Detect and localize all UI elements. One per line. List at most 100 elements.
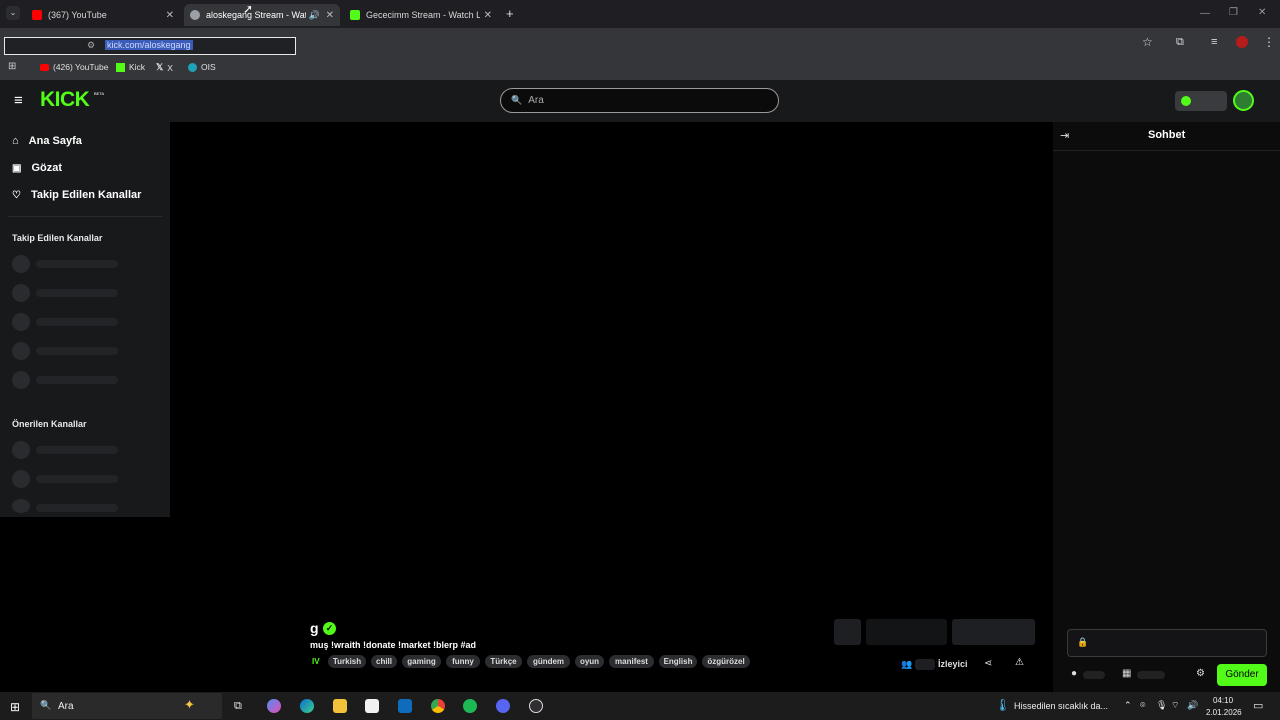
skeleton-avatar (12, 255, 30, 273)
user-avatar[interactable] (1233, 90, 1254, 111)
share-icon[interactable]: ⋖ (984, 658, 992, 669)
skeleton-button[interactable] (952, 619, 1035, 645)
sidebar-item-following[interactable]: ♡ Takip Edilen Kanallar (12, 189, 141, 201)
bookmark-x[interactable]: 𝕏 X (156, 62, 173, 73)
close-icon[interactable]: ✕ (484, 10, 492, 21)
menu-icon[interactable]: ⋮ (1263, 35, 1275, 49)
chat-title: Sohbet (1148, 129, 1186, 141)
store-app-icon[interactable] (365, 699, 379, 713)
tag-pill[interactable]: manifest (609, 655, 654, 668)
copilot-sparkle-icon: ✦ (184, 697, 195, 712)
tag-pill[interactable]: özgürözel (702, 655, 750, 668)
send-button[interactable]: Gönder (1217, 664, 1267, 686)
clock-time[interactable]: 04:10 (1213, 696, 1233, 705)
login-toggle-button[interactable] (1175, 91, 1227, 111)
skeleton-line (36, 475, 118, 483)
apps-icon[interactable]: ⊞ (8, 61, 16, 72)
discord-icon[interactable] (496, 699, 510, 713)
sidebar-item-home[interactable]: ⌂ Ana Sayfa (12, 135, 82, 147)
bookmark-youtube[interactable]: (426) YouTube (40, 62, 108, 72)
chrome-icon[interactable] (431, 699, 445, 713)
logo-beta: BETA (94, 91, 105, 96)
emote-icon[interactable]: ● (1071, 668, 1077, 679)
speaker-icon[interactable]: 🔊 (309, 10, 320, 21)
outlook-icon[interactable] (398, 699, 412, 713)
obs-icon[interactable] (529, 699, 543, 713)
profile-avatar[interactable] (1236, 36, 1248, 48)
file-explorer-icon[interactable] (333, 699, 347, 713)
network-icon[interactable]: ⌾ (1140, 700, 1145, 711)
task-view-icon[interactable]: ⧉ (234, 700, 242, 713)
skeleton-avatar (12, 441, 30, 459)
site-info-icon[interactable]: ⚙ (87, 40, 95, 51)
skeleton-button[interactable] (834, 619, 861, 645)
taskbar-search-box[interactable]: 🔍 Ara ✦ (32, 693, 222, 719)
close-window-button[interactable]: ✕ (1258, 7, 1266, 18)
store-icon[interactable]: ▦ (1122, 668, 1131, 679)
skeleton-line (36, 376, 118, 384)
tag-pill[interactable]: gaming (402, 655, 441, 668)
hamburger-menu-icon[interactable]: ≡ (14, 92, 23, 109)
tab-gececimm[interactable]: Gececimm Stream - Watch Live ✕ (344, 4, 498, 26)
channel-name[interactable]: g (310, 620, 319, 636)
skeleton-line (36, 289, 118, 297)
bookmarks-bar: ⊞ (426) YouTube Kick 𝕏 X OIS (0, 56, 1280, 80)
tag-pill[interactable]: funny (446, 655, 480, 668)
notification-icon[interactable]: ▭ (1253, 699, 1263, 712)
address-bar[interactable]: ⚙ kick.com/aloskegang (4, 37, 296, 55)
tag-pill[interactable]: Türkçe (485, 655, 522, 668)
skeleton-avatar (12, 470, 30, 488)
stream-title: muş !wraith !donate !market !blerp #ad (310, 640, 477, 650)
tab-search-icon[interactable]: ⌄ (6, 6, 20, 20)
windows-start-icon[interactable]: ⊞ (10, 700, 20, 714)
microphone-icon[interactable]: 🎙 (1156, 700, 1167, 711)
bookmark-label: OIS (201, 62, 216, 72)
close-icon[interactable]: ✕ (326, 10, 334, 21)
kick-logo[interactable]: KICK BETA (40, 88, 104, 112)
close-icon[interactable]: ✕ (166, 10, 174, 21)
youtube-icon (40, 63, 49, 71)
bookmark-star-icon[interactable]: ☆ (1142, 35, 1153, 49)
bookmark-kick[interactable]: Kick (116, 62, 145, 72)
skeleton-button[interactable] (866, 619, 947, 645)
report-icon[interactable]: ⚠ (1015, 657, 1024, 668)
volume-icon[interactable]: 🔊 (1187, 700, 1198, 711)
browser-tab-bar: ⌄ (367) YouTube ✕ aloskegang Stream - Wa… (0, 0, 1280, 28)
bookmark-label: (426) YouTube (53, 62, 109, 72)
tag-pill[interactable]: chill (371, 655, 397, 668)
copilot-icon[interactable] (267, 699, 281, 713)
collapse-chat-icon[interactable]: ⇥ (1060, 129, 1069, 142)
sidebar-item-label: Gözat (31, 162, 63, 174)
tag-pill[interactable]: English (659, 655, 697, 668)
home-icon: ⌂ (12, 135, 19, 147)
settings-gear-icon[interactable]: ⚙ (1196, 668, 1205, 679)
logo-text: KICK (40, 88, 90, 111)
section-following-title: Takip Edilen Kanallar (12, 233, 103, 243)
maximize-button[interactable]: ❐ (1229, 7, 1238, 18)
tag-pill[interactable]: oyun (575, 655, 604, 668)
tag-pill[interactable]: Turkish (328, 655, 366, 668)
edge-icon[interactable] (300, 699, 314, 713)
tag-pill[interactable]: gündem (527, 655, 570, 668)
sidebar: ⌂ Ana Sayfa ▣ Gözat ♡ Takip Edilen Kanal… (0, 122, 170, 517)
new-tab-button[interactable]: + (506, 6, 514, 21)
skeleton-line (36, 318, 118, 326)
kick-icon (116, 62, 125, 72)
extensions-icon[interactable]: ⧉ (1176, 36, 1184, 49)
weather-text[interactable]: Hissedilen sıcaklık da... (1014, 701, 1108, 711)
tab-youtube[interactable]: (367) YouTube ✕ (26, 4, 180, 26)
minimize-button[interactable]: — (1200, 8, 1210, 19)
wifi-icon[interactable]: ⌔ (1171, 700, 1179, 711)
bookmark-ois[interactable]: OIS (188, 62, 216, 72)
media-control-icon[interactable]: ≡ (1211, 36, 1217, 48)
kick-badge-icon (1181, 96, 1191, 106)
tab-aloskegang[interactable]: aloskegang Stream - Watch 🔊 ✕ (184, 4, 340, 26)
chat-input[interactable]: 🔒 (1067, 629, 1267, 657)
search-input[interactable]: 🔍 Ara (500, 88, 779, 113)
tab-title: Gececimm Stream - Watch Live (366, 10, 480, 20)
spotify-icon[interactable] (463, 699, 477, 713)
sidebar-item-browse[interactable]: ▣ Gözat (12, 162, 62, 174)
chevron-up-icon[interactable]: ⌃ (1124, 700, 1132, 711)
video-player[interactable] (170, 122, 1053, 605)
clock-date[interactable]: 2.01.2026 (1206, 708, 1242, 717)
